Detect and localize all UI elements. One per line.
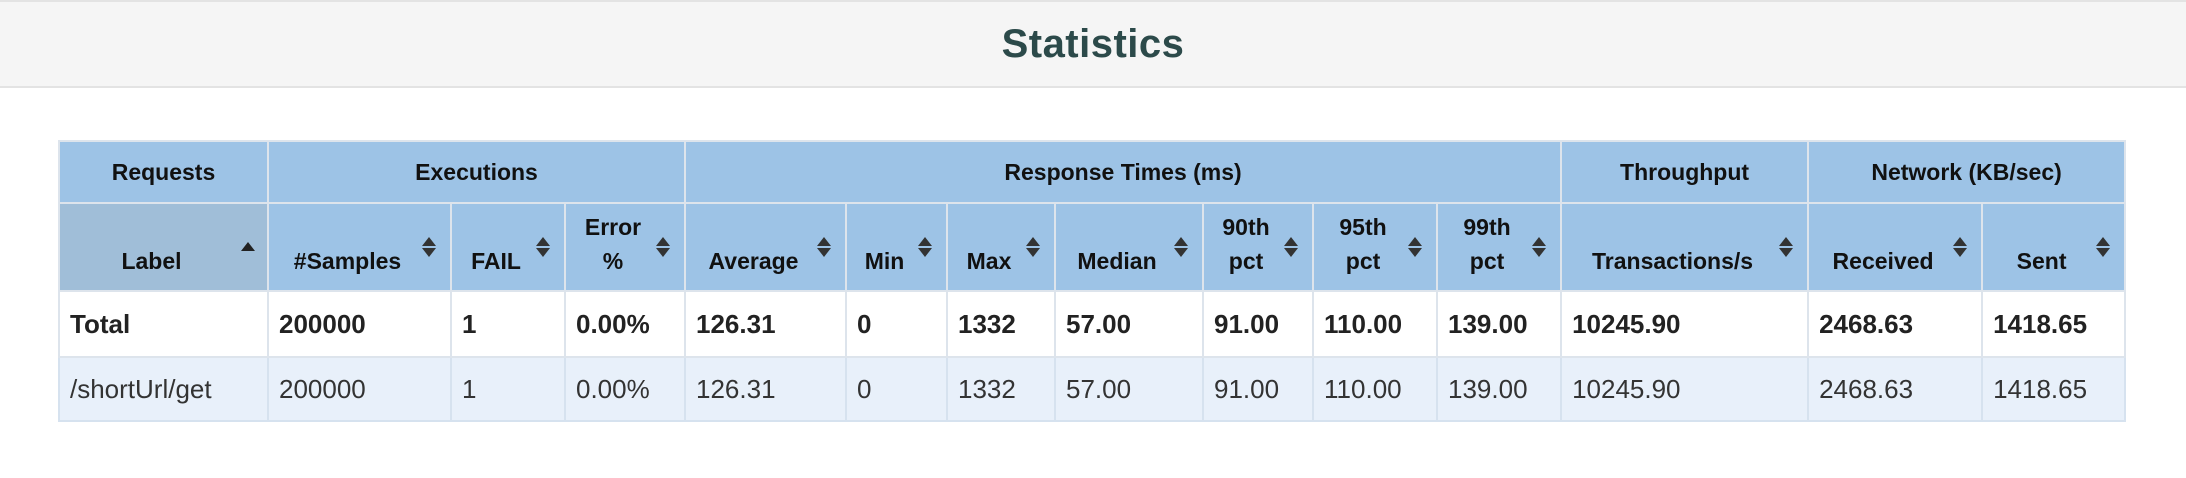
- table-cell: /shortUrl/get: [58, 356, 269, 422]
- group-header-requests: Requests: [58, 140, 269, 204]
- table-cell: 0.00%: [563, 290, 687, 358]
- table-cell: 10245.90: [1560, 356, 1810, 422]
- column-header-text: 90th pct: [1222, 214, 1270, 274]
- table-cell: 200000: [267, 356, 452, 422]
- sort-both-icon: [656, 236, 671, 258]
- sort-both-icon: [1026, 236, 1041, 258]
- column-header-text: Median: [1077, 248, 1157, 274]
- table-cell: 0: [845, 356, 949, 422]
- table-cell: Total: [58, 290, 269, 358]
- group-header-network: Network (KB/sec): [1807, 140, 2127, 204]
- table-cell: 2468.63: [1807, 290, 1984, 358]
- group-header-row: Requests Executions Response Times (ms) …: [58, 140, 2127, 204]
- column-header-min[interactable]: Min: [845, 202, 949, 292]
- column-header-received[interactable]: Received: [1807, 202, 1984, 292]
- column-header-text: Max: [966, 248, 1012, 274]
- column-header-text: #Samples: [293, 248, 402, 274]
- column-header-median[interactable]: Median: [1054, 202, 1205, 292]
- panel-heading[interactable]: Statistics: [0, 0, 2186, 88]
- group-header-response-times: Response Times (ms): [684, 140, 1563, 204]
- panel-title: Statistics: [1001, 21, 1185, 66]
- table-cell: 110.00: [1312, 290, 1439, 358]
- column-header-text: Min: [864, 248, 905, 274]
- statistics-table-wrap: Requests Executions Response Times (ms) …: [58, 140, 2127, 422]
- column-header-samples[interactable]: #Samples: [267, 202, 452, 292]
- column-header-error-pct[interactable]: Error %: [563, 202, 687, 292]
- sort-both-icon: [422, 236, 436, 258]
- column-header-row: Label #Samples FAIL Error % Average Min …: [58, 202, 2127, 292]
- sort-both-icon: [1779, 236, 1794, 258]
- sort-both-icon: [2096, 236, 2111, 258]
- table-cell: 0: [845, 290, 949, 358]
- column-header-max[interactable]: Max: [946, 202, 1057, 292]
- column-header-99th-pct[interactable]: 99th pct: [1436, 202, 1563, 292]
- column-header-95th-pct[interactable]: 95th pct: [1312, 202, 1439, 292]
- table-row-total: Total 200000 1 0.00% 126.31 0 1332 57.00…: [58, 290, 2127, 358]
- table-cell: 1332: [946, 290, 1057, 358]
- table-cell: 110.00: [1312, 356, 1439, 422]
- sort-both-icon: [1174, 236, 1189, 258]
- sort-both-icon: [1408, 236, 1423, 258]
- column-header-text: Sent: [2016, 248, 2067, 274]
- group-header-throughput: Throughput: [1560, 140, 1810, 204]
- table-cell: 1418.65: [1981, 290, 2127, 358]
- column-header-90th-pct[interactable]: 90th pct: [1202, 202, 1315, 292]
- sort-asc-icon: [241, 242, 255, 251]
- table-cell: 0.00%: [563, 356, 687, 422]
- column-header-text: 95th pct: [1339, 214, 1387, 274]
- table-cell: 126.31: [684, 356, 848, 422]
- table-cell: 91.00: [1202, 356, 1315, 422]
- table-cell: 91.00: [1202, 290, 1315, 358]
- table-cell: 139.00: [1436, 290, 1563, 358]
- sort-both-icon: [1532, 236, 1547, 258]
- group-header-executions: Executions: [266, 140, 687, 204]
- table-cell: 57.00: [1054, 356, 1205, 422]
- column-header-text: Error %: [584, 214, 642, 274]
- column-header-text: Received: [1832, 248, 1934, 274]
- column-header-text: FAIL: [471, 248, 521, 274]
- sort-both-icon: [536, 236, 550, 258]
- table-cell: 1332: [946, 356, 1057, 422]
- table-cell: 1: [450, 290, 566, 358]
- column-header-fail[interactable]: FAIL: [450, 202, 566, 292]
- column-header-text: 99th pct: [1463, 214, 1511, 274]
- column-header-sent[interactable]: Sent: [1981, 202, 2127, 292]
- table-cell: 200000: [267, 290, 452, 358]
- column-header-average[interactable]: Average: [684, 202, 848, 292]
- column-header-text: Label: [121, 248, 182, 274]
- table-cell: 10245.90: [1560, 290, 1810, 358]
- sort-both-icon: [1953, 236, 1968, 258]
- sort-both-icon: [817, 236, 832, 258]
- column-header-transactions[interactable]: Transactions/s: [1560, 202, 1810, 292]
- column-header-label[interactable]: Label: [58, 202, 269, 292]
- table-cell: 126.31: [684, 290, 848, 358]
- table-cell: 1418.65: [1981, 356, 2127, 422]
- column-header-text: Average: [708, 248, 799, 274]
- table-row: /shortUrl/get 200000 1 0.00% 126.31 0 13…: [58, 356, 2127, 422]
- sort-both-icon: [918, 236, 933, 258]
- table-cell: 2468.63: [1807, 356, 1984, 422]
- table-cell: 57.00: [1054, 290, 1205, 358]
- sort-both-icon: [1284, 236, 1299, 258]
- table-cell: 139.00: [1436, 356, 1563, 422]
- table-cell: 1: [450, 356, 566, 422]
- column-header-text: Transactions/s: [1592, 248, 1754, 274]
- statistics-table: Requests Executions Response Times (ms) …: [58, 140, 2127, 422]
